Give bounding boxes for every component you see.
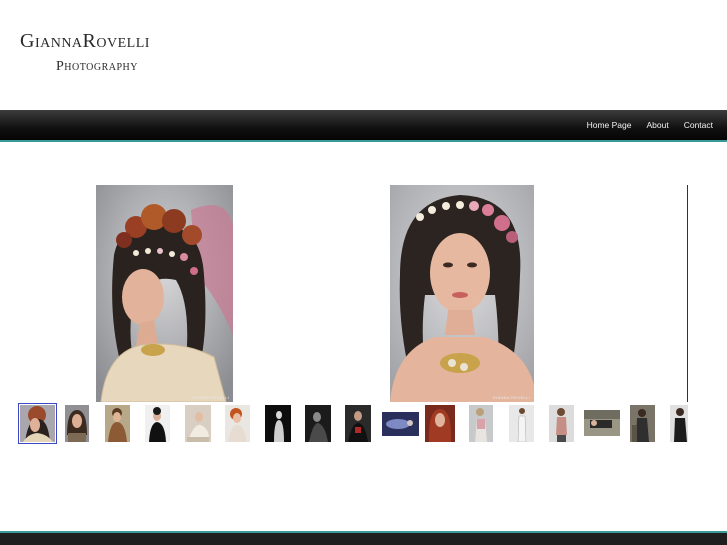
- thumbnail-image: [185, 405, 211, 442]
- thumbnail-image: [105, 405, 130, 442]
- portrait-photo-2: [390, 185, 534, 402]
- thumbnail-image: [305, 405, 331, 442]
- nav-contact-link[interactable]: Contact: [684, 120, 713, 130]
- thumbnail-15[interactable]: [584, 410, 620, 436]
- thumbnail-image: [20, 405, 55, 442]
- logo-title: GiannaRovelli: [20, 30, 150, 52]
- thumbnail-4[interactable]: [145, 405, 170, 442]
- slide-photo-2[interactable]: GIANNA ROVELLI: [390, 185, 534, 402]
- thumbnail-image: [265, 405, 291, 442]
- thumbnail-image: [145, 405, 170, 442]
- thumbnail-3[interactable]: [105, 405, 130, 442]
- thumbnail-13[interactable]: [509, 405, 534, 442]
- main-navigation: Home Page About Contact: [0, 110, 727, 142]
- thumbnail-image: [382, 412, 419, 436]
- nav-menu: Home Page About Contact: [587, 110, 713, 140]
- thumbnail-12[interactable]: [469, 405, 493, 442]
- thumbnail-image: [630, 405, 655, 442]
- photo-watermark: GIANNA ROVELLI: [492, 395, 530, 400]
- thumbnail-image: [584, 410, 620, 436]
- thumbnail-image: [509, 405, 534, 442]
- logo-subtitle: Photography: [56, 59, 138, 74]
- thumbnail-image: [345, 405, 371, 442]
- thumbnail-image: [225, 405, 250, 442]
- thumbnail-image: [65, 405, 89, 442]
- page-footer: [0, 531, 727, 545]
- thumbnail-10[interactable]: [382, 412, 419, 436]
- site-logo[interactable]: GiannaRovelli Photography: [20, 30, 220, 82]
- thumbnail-1[interactable]: [18, 403, 57, 444]
- thumbnail-5[interactable]: [185, 405, 211, 442]
- nav-about-link[interactable]: About: [646, 120, 668, 130]
- slide-photo-3-edge: [687, 185, 688, 402]
- thumbnail-16[interactable]: [630, 405, 655, 442]
- nav-home-link[interactable]: Home Page: [587, 120, 632, 130]
- thumbnail-image: [670, 405, 688, 442]
- slide-photo-1[interactable]: GIANNA ROVELLI: [96, 185, 233, 402]
- thumbnail-image: [425, 405, 455, 442]
- portrait-photo-1: [96, 185, 233, 402]
- thumbnail-2[interactable]: [65, 405, 89, 442]
- thumbnail-11[interactable]: [425, 405, 455, 442]
- thumbnail-17[interactable]: [670, 405, 688, 442]
- photo-watermark: GIANNA ROVELLI: [191, 395, 229, 400]
- thumbnail-image: [469, 405, 493, 442]
- thumbnail-14[interactable]: [549, 405, 574, 442]
- thumbnail-9[interactable]: [345, 405, 371, 442]
- thumbnail-image: [549, 405, 574, 442]
- thumbnail-6[interactable]: [225, 405, 250, 442]
- thumbnail-8[interactable]: [305, 405, 331, 442]
- thumbnail-7[interactable]: [265, 405, 291, 442]
